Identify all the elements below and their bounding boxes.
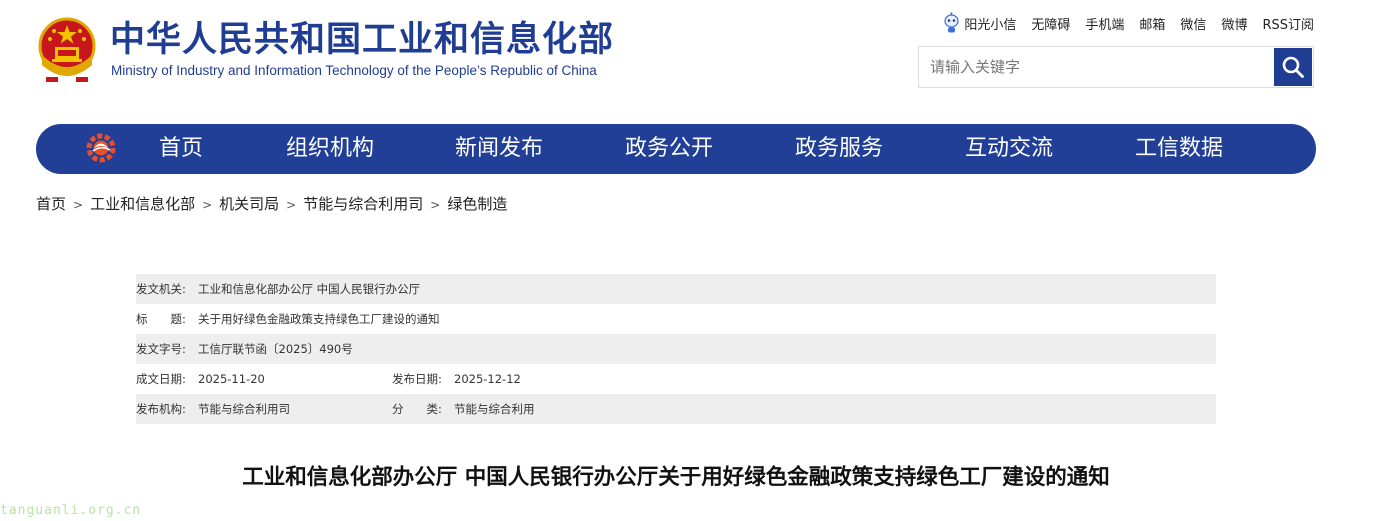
nav-organization[interactable]: 组织机构 [286, 124, 374, 174]
search-button[interactable] [1274, 48, 1312, 86]
nav-industry-data[interactable]: 工信数据 [1135, 124, 1223, 174]
document-title: 工业和信息化部办公厅 中国人民银行办公厅关于用好绿色金融政策支持绿色工厂建设的通… [242, 465, 1110, 490]
document-metadata: 发文机关: 工业和信息化部办公厅 中国人民银行办公厅 标 题: 关于用好绿色金融… [136, 274, 1216, 424]
issuer-label: 发文机关: [136, 282, 186, 296]
top-links: 阳光小信 无障碍 手机端 邮箱 微信 微博 RSS订阅 [943, 11, 1314, 35]
breadcrumb-ministry[interactable]: 工业和信息化部 [90, 195, 195, 213]
agency-value: 节能与综合利用司 [198, 402, 290, 416]
search-input[interactable] [919, 47, 1274, 87]
meta-row-doc-number: 发文字号: 工信厅联节函〔2025〕490号 [136, 334, 1216, 364]
nav-government-affairs[interactable]: 政务公开 [625, 124, 713, 174]
meta-row-agency: 发布机构: 节能与综合利用司 分 类: 节能与综合利用 [136, 394, 1216, 424]
nav-home[interactable]: 首页 [159, 124, 203, 174]
breadcrumb-separator: > [286, 198, 297, 212]
toplink-email[interactable]: 邮箱 [1139, 14, 1165, 33]
main-nav: 首页 组织机构 新闻发布 政务公开 政务服务 互动交流 工信数据 [36, 124, 1316, 174]
national-emblem-icon [38, 17, 96, 82]
issuer-value: 工业和信息化部办公厅 中国人民银行办公厅 [198, 282, 421, 296]
breadcrumb-departments[interactable]: 机关司局 [219, 195, 279, 213]
watermark: tanguanli.org.cn [0, 503, 142, 518]
nav-interaction[interactable]: 互动交流 [965, 124, 1053, 174]
agency-label: 发布机构: [136, 402, 186, 416]
breadcrumb-energy-dept[interactable]: 节能与综合利用司 [303, 195, 423, 213]
category-label: 分 类: [392, 402, 442, 416]
breadcrumb: 首页 > 工业和信息化部 > 机关司局 > 节能与综合利用司 > 绿色制造 [36, 193, 507, 215]
published-date-value: 2025-12-12 [454, 372, 521, 386]
nav-government-services[interactable]: 政务服务 [795, 124, 883, 174]
breadcrumb-separator: > [430, 198, 441, 212]
created-date-label: 成文日期: [136, 372, 186, 386]
meta-row-issuer: 发文机关: 工业和信息化部办公厅 中国人民银行办公厅 [136, 274, 1216, 304]
toplink-weibo[interactable]: 微博 [1221, 14, 1247, 33]
nav-news-release[interactable]: 新闻发布 [455, 124, 543, 174]
toplink-rss[interactable]: RSS订阅 [1262, 14, 1314, 33]
site-title-english[interactable]: Ministry of Industry and Information Tec… [111, 63, 597, 79]
doc-number-value: 工信厅联节函〔2025〕490号 [198, 342, 353, 356]
toplink-mobile[interactable]: 手机端 [1085, 14, 1124, 33]
category-value: 节能与综合利用 [454, 402, 535, 416]
site-title[interactable]: 中华人民共和国工业和信息化部 [110, 18, 614, 62]
breadcrumb-separator: > [73, 198, 84, 212]
meta-row-dates: 成文日期: 2025-11-20 发布日期: 2025-12-12 [136, 364, 1216, 394]
created-date-value: 2025-11-20 [198, 372, 265, 386]
search-box [918, 46, 1314, 88]
search-icon [1282, 56, 1304, 78]
breadcrumb-green-manufacturing[interactable]: 绿色制造 [447, 195, 507, 213]
breadcrumb-separator: > [202, 198, 213, 212]
published-date-label: 发布日期: [392, 372, 442, 386]
doc-number-label: 发文字号: [136, 342, 186, 356]
meta-row-subject: 标 题: 关于用好绿色金融政策支持绿色工厂建设的通知 [136, 304, 1216, 334]
robot-assistant-icon[interactable] [943, 12, 960, 34]
subject-label: 标 题: [136, 312, 186, 326]
breadcrumb-home[interactable]: 首页 [36, 195, 66, 213]
toplink-sunshine-xiaoxin[interactable]: 阳光小信 [964, 14, 1016, 33]
subject-value: 关于用好绿色金融政策支持绿色工厂建设的通知 [198, 312, 440, 326]
gear-logo-icon[interactable] [84, 131, 118, 165]
toplink-wechat[interactable]: 微信 [1180, 14, 1206, 33]
toplink-accessibility[interactable]: 无障碍 [1031, 14, 1070, 33]
